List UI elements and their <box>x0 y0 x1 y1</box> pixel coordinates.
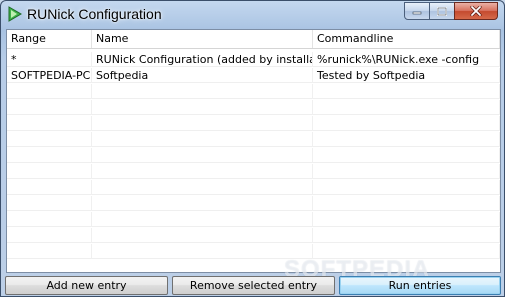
name-cell: Softpedia <box>92 68 313 83</box>
column-header-name[interactable]: Name <box>92 30 313 48</box>
range-cell: * <box>7 52 92 67</box>
column-header-row: Range Name Commandline <box>7 30 500 49</box>
maximize-button[interactable] <box>429 2 455 20</box>
minimize-button[interactable] <box>404 2 430 20</box>
empty-row <box>7 148 500 163</box>
add-new-entry-button[interactable]: Add new entry <box>5 276 168 295</box>
empty-row <box>7 84 500 99</box>
entries-list-view[interactable]: Range Name Commandline * RUNick Configur… <box>6 29 501 273</box>
empty-row <box>7 212 500 227</box>
title-bar[interactable]: RUNick Configuration <box>1 1 504 29</box>
empty-row <box>7 180 500 195</box>
close-icon <box>470 6 482 16</box>
empty-row <box>7 196 500 211</box>
empty-row <box>7 100 500 115</box>
window-title: RUNick Configuration <box>27 6 162 22</box>
commandline-cell: Tested by Softpedia <box>313 68 500 83</box>
play-icon <box>8 6 22 22</box>
empty-row <box>7 228 500 243</box>
column-header-commandline[interactable]: Commandline <box>313 30 500 48</box>
range-cell: SOFTPEDIA-PC <box>7 68 92 83</box>
minimize-icon <box>412 11 422 15</box>
remove-selected-entry-button[interactable]: Remove selected entry <box>172 276 335 295</box>
name-cell: RUNick Configuration (added by installat… <box>92 52 313 67</box>
maximize-icon <box>437 6 447 16</box>
empty-row <box>7 164 500 179</box>
commandline-cell: %runick%\RUNick.exe -config <box>313 52 500 67</box>
table-row[interactable]: * RUNick Configuration (added by install… <box>7 52 500 67</box>
app-window: RUNick Configuration Range Name Commandl… <box>0 0 505 297</box>
close-button[interactable] <box>454 2 498 20</box>
caption-buttons <box>404 2 498 21</box>
entries-grid: Range Name Commandline * RUNick Configur… <box>7 30 500 272</box>
table-row[interactable]: SOFTPEDIA-PC Softpedia Tested by Softped… <box>7 68 500 83</box>
column-header-range[interactable]: Range <box>7 30 92 48</box>
empty-row <box>7 132 500 147</box>
run-entries-button[interactable]: Run entries <box>339 276 501 295</box>
empty-row <box>7 116 500 131</box>
